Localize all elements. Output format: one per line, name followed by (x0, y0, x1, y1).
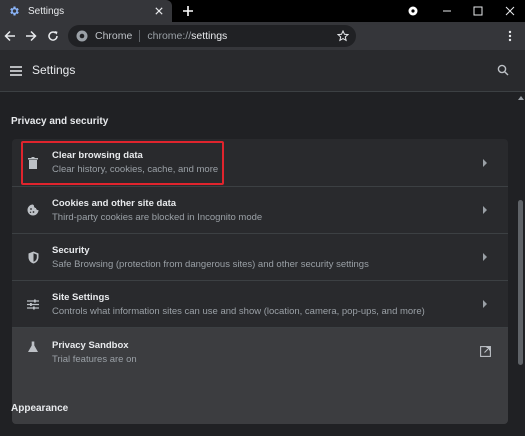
list-item-security[interactable]: Security Safe Browsing (protection from … (12, 233, 508, 280)
highlight-box (21, 141, 224, 185)
hamburger-menu-icon[interactable] (9, 64, 23, 78)
browser-toolbar: Chrome chrome://settings (0, 22, 525, 50)
item-title: Cookies and other site data (52, 197, 177, 209)
search-icon[interactable] (496, 63, 510, 77)
item-subtitle: Trial features are on (52, 354, 137, 365)
minimize-icon[interactable] (432, 0, 462, 22)
scrollbar[interactable] (516, 93, 525, 436)
close-icon[interactable] (152, 4, 166, 18)
address-bar[interactable]: Chrome chrome://settings (68, 25, 356, 47)
profile-dot-icon[interactable] (398, 0, 428, 22)
item-title: Privacy Sandbox (52, 340, 129, 351)
item-subtitle: Controls what information sites can use … (52, 305, 425, 317)
cookie-icon (26, 203, 40, 217)
tab-title: Settings (28, 5, 65, 17)
list-item-site-settings[interactable]: Site Settings Controls what information … (12, 280, 508, 327)
item-subtitle: Third-party cookies are blocked in Incog… (52, 211, 263, 223)
scroll-up-icon[interactable] (517, 95, 524, 101)
chevron-right-icon (478, 203, 492, 217)
site-label: Chrome (95, 30, 133, 42)
chrome-icon (75, 29, 89, 43)
item-subtitle: Safe Browsing (protection from dangerous… (52, 258, 369, 270)
gear-icon (8, 5, 20, 17)
back-arrow-icon[interactable] (1, 27, 19, 45)
omnibox-separator (139, 30, 141, 42)
kebab-menu-icon[interactable] (501, 27, 519, 45)
flask-icon (26, 340, 40, 354)
appearance-section-title: Appearance (11, 403, 69, 414)
open-in-new-icon (478, 344, 492, 358)
sliders-icon (26, 297, 40, 311)
chevron-right-icon (478, 250, 492, 264)
tab-strip: Settings (0, 0, 525, 22)
url-path: settings (191, 30, 228, 42)
scroll-thumb[interactable] (518, 200, 523, 365)
forward-arrow-icon[interactable] (22, 27, 40, 45)
chevron-right-icon (478, 297, 492, 311)
url-scheme: chrome:// (147, 30, 192, 42)
item-title: Site Settings (52, 291, 110, 303)
shield-icon (26, 250, 40, 264)
privacy-section-title: Privacy and security (11, 116, 109, 127)
page-title: Settings (32, 63, 76, 77)
list-item-privacy-sandbox[interactable]: Privacy Sandbox Trial features are on (12, 327, 508, 424)
chevron-right-icon (478, 156, 492, 170)
list-item-cookies[interactable]: Cookies and other site data Third-party … (12, 186, 508, 233)
maximize-icon[interactable] (463, 0, 493, 22)
settings-header: Settings (0, 50, 525, 92)
tab-settings[interactable]: Settings (0, 0, 172, 22)
new-tab-icon[interactable] (180, 3, 196, 19)
item-title: Security (52, 244, 90, 256)
window-close-icon[interactable] (495, 0, 525, 22)
url-text: chrome://settings (147, 30, 227, 42)
reload-icon[interactable] (44, 27, 62, 45)
bookmark-star-icon[interactable] (336, 29, 350, 43)
